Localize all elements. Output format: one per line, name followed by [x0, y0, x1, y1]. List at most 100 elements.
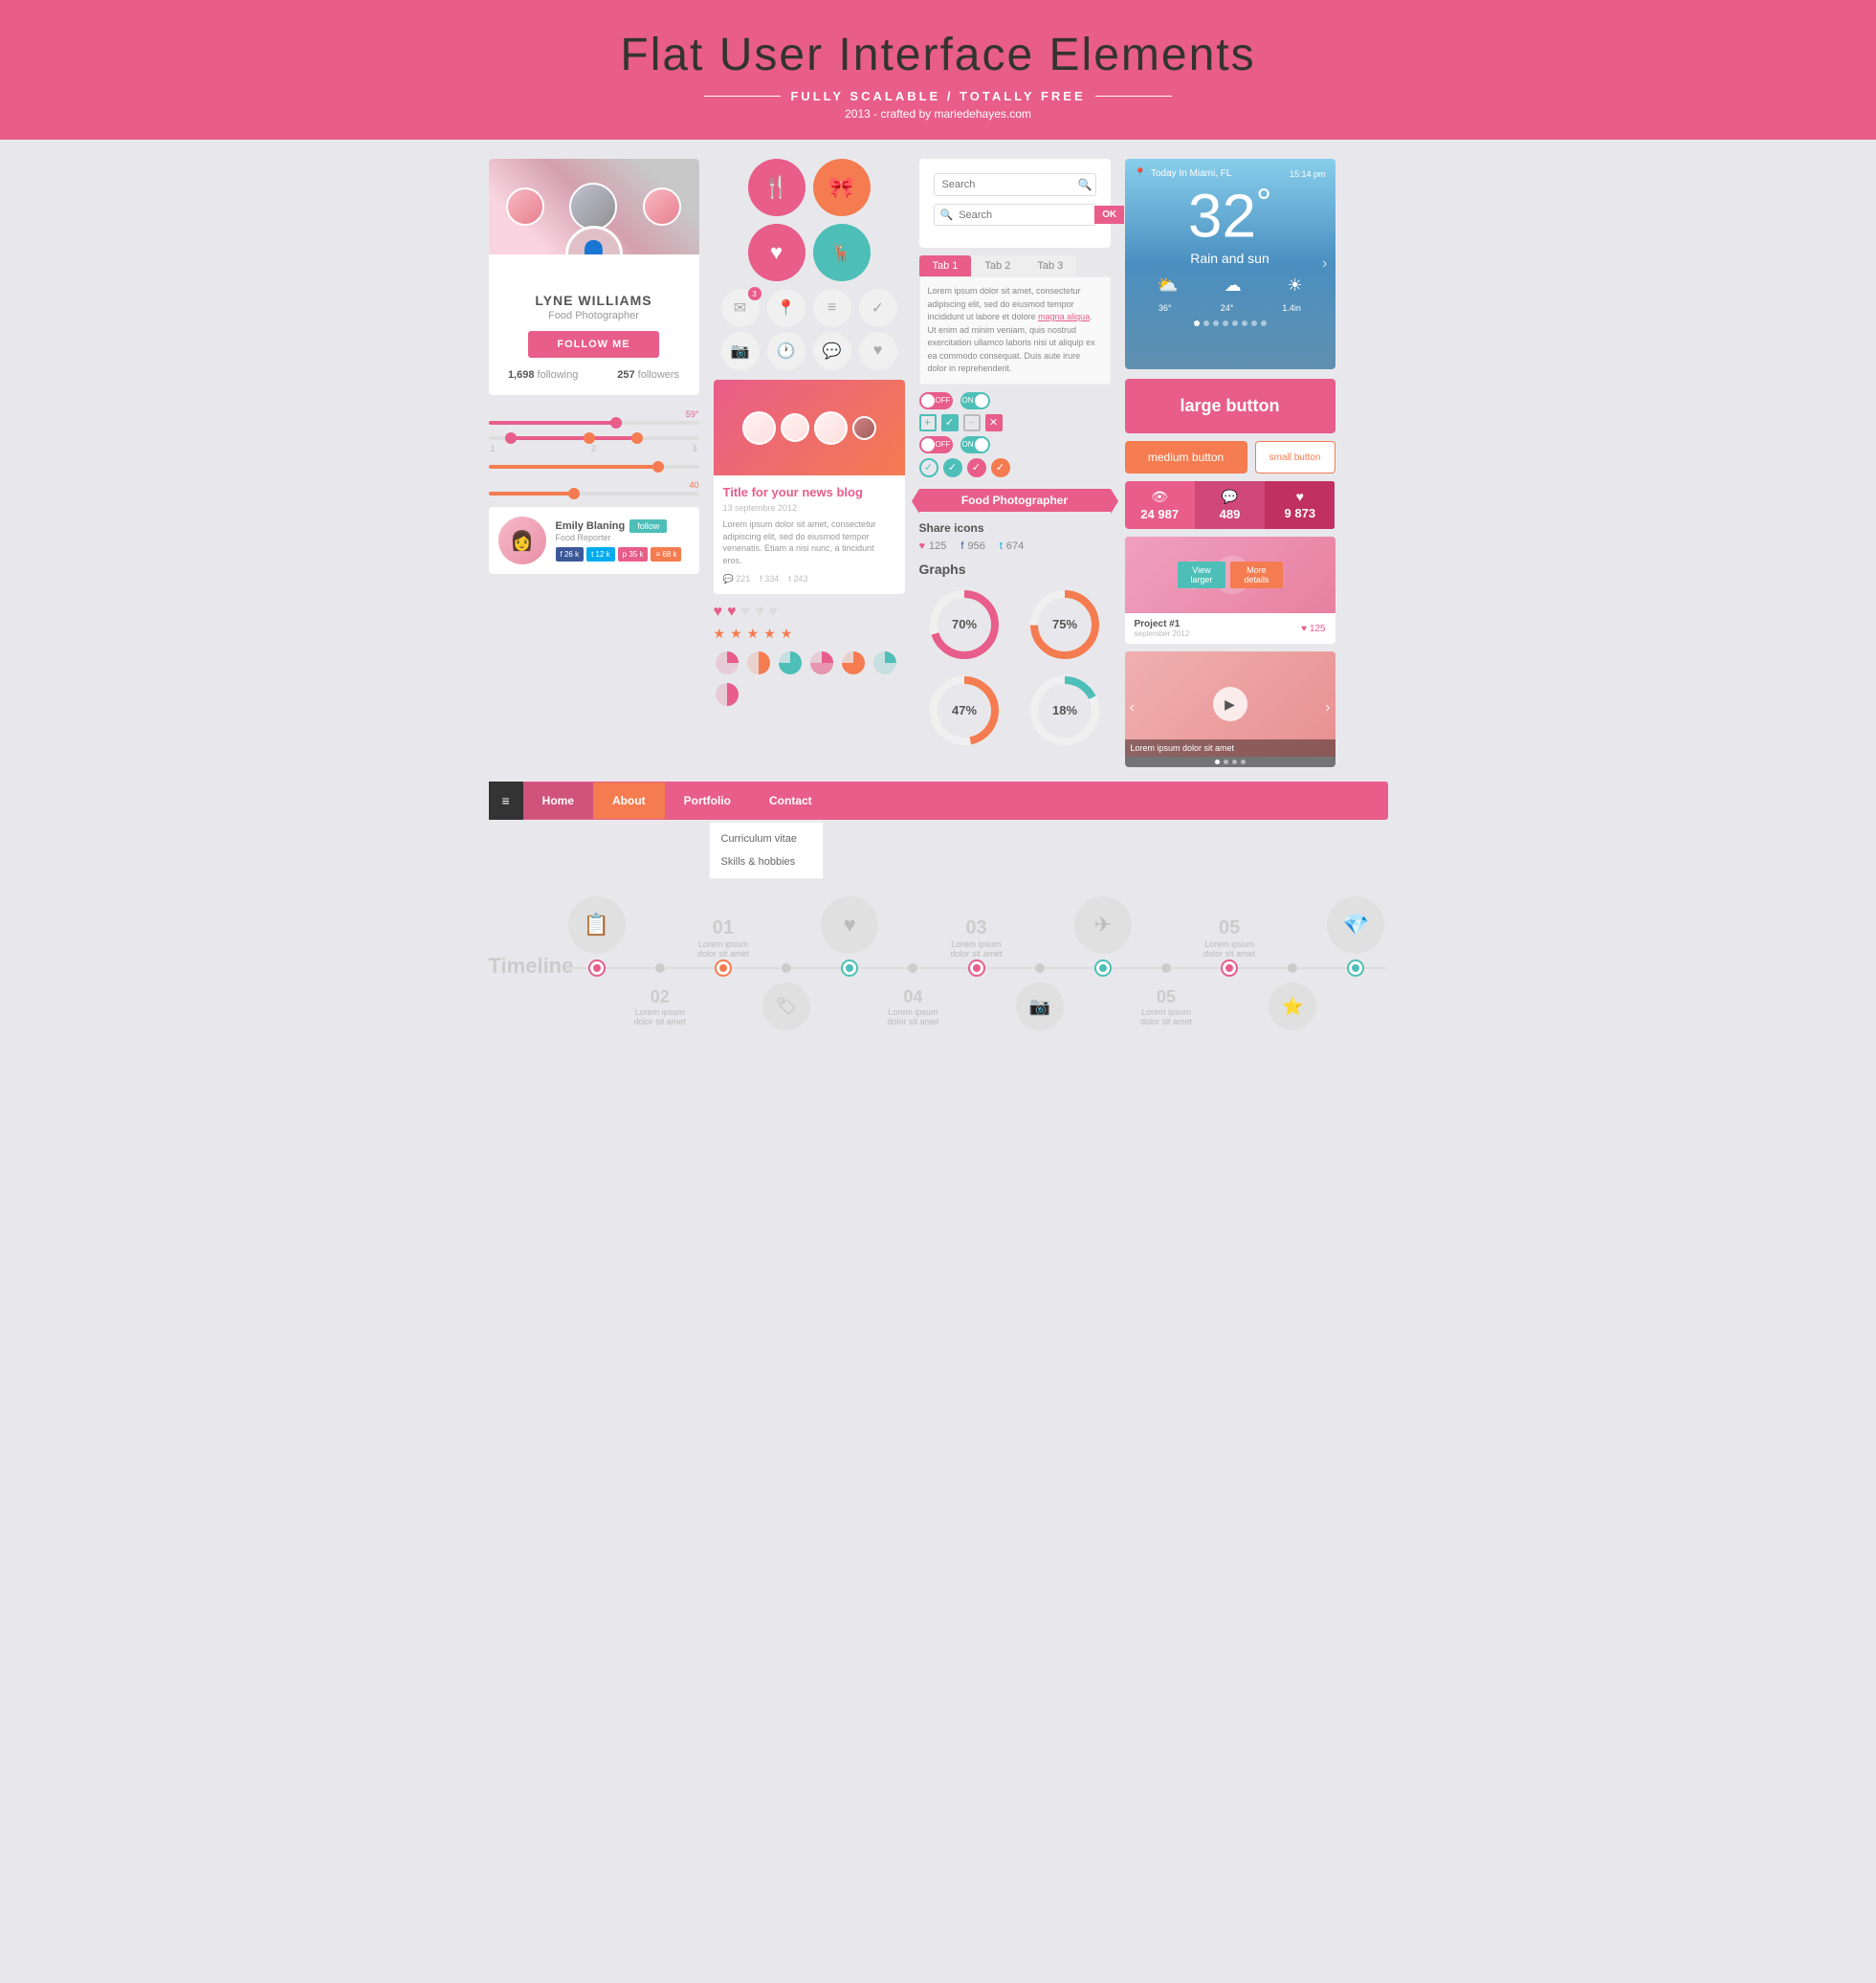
more-details-button[interactable]: More details	[1230, 562, 1282, 588]
donut1-label: 70%	[952, 617, 977, 631]
slider3-thumb[interactable]	[652, 461, 664, 473]
heart-share[interactable]: ♥ 125	[919, 540, 947, 552]
tl-icon0: 📋	[565, 896, 629, 958]
check-checkbox[interactable]: ✓	[941, 414, 959, 431]
heart2[interactable]: ♥	[727, 604, 737, 621]
search-icon[interactable]: 🔍	[1078, 178, 1092, 191]
search-input[interactable]	[942, 179, 1078, 190]
news-facebook: f 334	[760, 574, 779, 584]
tw-share-count: 674	[1006, 540, 1024, 552]
x-checkbox[interactable]: ✕	[985, 414, 1003, 431]
heart-notif-icon[interactable]: ♥	[859, 332, 897, 370]
tl-node7	[970, 961, 983, 975]
dropdown-skills[interactable]: Skills & hobbies	[710, 850, 823, 873]
star2[interactable]: ★	[730, 626, 742, 642]
nav-portfolio[interactable]: Portfolio	[665, 782, 750, 819]
small-button[interactable]: small button	[1255, 441, 1335, 474]
heart5[interactable]: ♥	[769, 604, 779, 621]
camera-icon[interactable]: 📷	[721, 332, 760, 370]
play-button[interactable]: ▶	[1213, 687, 1247, 721]
search-ok-button[interactable]: OK	[1094, 206, 1124, 224]
star4[interactable]: ★	[763, 626, 776, 642]
facebook-button[interactable]: f 26 k	[556, 547, 585, 562]
medium-button[interactable]: medium button	[1125, 441, 1247, 474]
star5[interactable]: ★	[781, 626, 793, 642]
toggle-on1[interactable]: ON	[960, 392, 990, 409]
cake-decoration1	[742, 411, 776, 445]
twitter-button[interactable]: t 12 k	[586, 547, 615, 562]
slider2-thumb-mid[interactable]	[584, 432, 595, 444]
search-ok-input[interactable]	[959, 206, 1094, 225]
wdot7[interactable]	[1251, 320, 1257, 326]
ribbon-icon[interactable]: 🎀	[813, 159, 871, 216]
large-button[interactable]: large button	[1125, 379, 1335, 433]
round-check4[interactable]: ✓	[991, 458, 1010, 477]
location-icon[interactable]: 📍	[767, 289, 806, 327]
round-check3[interactable]: ✓	[967, 458, 986, 477]
check-icon[interactable]: ✓	[859, 289, 897, 327]
nav-home[interactable]: Home	[523, 782, 593, 819]
dropdown-cv[interactable]: Curriculum vitae	[710, 827, 823, 850]
view-larger-button[interactable]: View larger	[1178, 562, 1226, 588]
star1[interactable]: ★	[714, 626, 726, 642]
wdot1[interactable]	[1194, 320, 1200, 326]
weather-nav-icon[interactable]: ›	[1322, 255, 1327, 273]
slider3-track[interactable]	[489, 465, 699, 469]
toggle-on2[interactable]: ON	[960, 436, 990, 453]
video-image: Lorem ipsum dolor sit amet ▶ ‹ ›	[1125, 651, 1335, 757]
heart4[interactable]: ♥	[755, 604, 764, 621]
minus-checkbox[interactable]: −	[963, 414, 981, 431]
project-like[interactable]: ♥ 125	[1301, 624, 1325, 634]
fb-share[interactable]: f 956	[960, 540, 984, 552]
wdot8[interactable]	[1261, 320, 1267, 326]
rss-button[interactable]: ≡ 68 k	[651, 547, 681, 562]
fork-knife-icon[interactable]: 🍴	[748, 159, 806, 216]
slider2-thumb-left[interactable]	[505, 432, 517, 444]
tab1[interactable]: Tab 1	[919, 255, 972, 276]
video-nav-left[interactable]: ‹	[1130, 699, 1135, 716]
slider1-thumb[interactable]	[610, 417, 622, 429]
round-check1[interactable]: ✓	[919, 458, 938, 477]
tab2[interactable]: Tab 2	[971, 255, 1024, 276]
follow-button[interactable]: FOLLOW ME	[528, 331, 658, 358]
hamburger-icon[interactable]: ≡	[489, 782, 523, 820]
email-notif-icon[interactable]: ✉ 3	[721, 289, 760, 327]
wdot2[interactable]	[1203, 320, 1209, 326]
toggle-off1[interactable]: OFF	[919, 392, 953, 409]
round-check2[interactable]: ✓	[943, 458, 962, 477]
wdot5[interactable]	[1232, 320, 1238, 326]
wdot4[interactable]	[1223, 320, 1228, 326]
vdot4[interactable]	[1241, 760, 1246, 764]
tab3[interactable]: Tab 3	[1024, 255, 1076, 276]
heart1[interactable]: ♥	[714, 604, 723, 621]
nav-contact[interactable]: Contact	[750, 782, 831, 819]
wdot6[interactable]	[1242, 320, 1247, 326]
clock-icon[interactable]: 🕐	[767, 332, 806, 370]
toggle-off2[interactable]: OFF	[919, 436, 953, 453]
tw-share[interactable]: t 674	[1000, 540, 1024, 552]
deer-icon[interactable]: 🦌	[813, 224, 871, 281]
plus-checkbox[interactable]: +	[919, 414, 937, 431]
slider2-thumb-right[interactable]	[631, 432, 643, 444]
donut4: 18%	[1020, 672, 1111, 749]
mini-follow-button[interactable]: follow	[629, 519, 667, 533]
pinterest-button[interactable]: p 35 k	[618, 547, 649, 562]
views-icon: 👁	[1129, 489, 1191, 505]
vdot1[interactable]	[1215, 760, 1220, 764]
wdot3[interactable]	[1213, 320, 1219, 326]
menu-icon[interactable]: ≡	[813, 289, 851, 327]
heart-icon-btn[interactable]: ♥	[748, 224, 806, 281]
vdot3[interactable]	[1232, 760, 1237, 764]
tl-diamond-icon: 💎	[1327, 896, 1384, 954]
slider4-track[interactable]	[489, 492, 699, 496]
slider1-track[interactable]	[489, 421, 699, 425]
heart3[interactable]: ♥	[741, 604, 751, 621]
chat-icon[interactable]: 💬	[813, 332, 851, 370]
nav-about[interactable]: About	[593, 782, 665, 819]
star3[interactable]: ★	[747, 626, 760, 642]
video-nav-right[interactable]: ›	[1325, 699, 1330, 716]
tl-step4-bot: 04 Lorem ipsumdolor sit amet	[881, 982, 944, 1035]
slider4-thumb[interactable]	[568, 488, 580, 499]
toggles-section: OFF ON + ✓ − ✕	[919, 392, 1111, 477]
vdot2[interactable]	[1224, 760, 1228, 764]
